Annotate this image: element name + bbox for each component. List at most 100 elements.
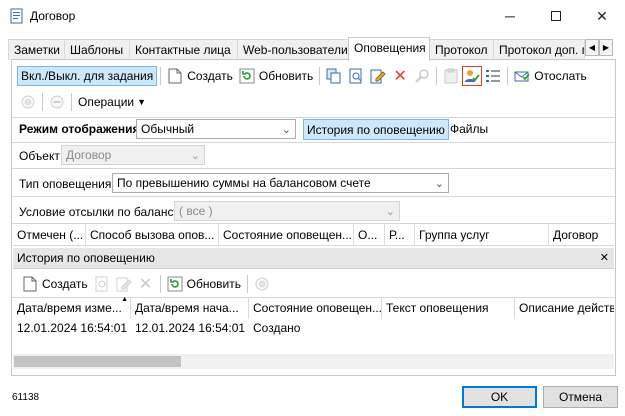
column-header-r[interactable]: Р... xyxy=(385,224,415,246)
minimize-button[interactable]: ─ xyxy=(487,0,533,32)
history-horizontal-scrollbar[interactable] xyxy=(13,354,614,369)
stop-button[interactable] xyxy=(46,92,68,112)
column-header-changed-at-label: Дата/время изме... xyxy=(17,301,122,315)
table-row[interactable]: 12.01.2024 16:54:01 12.01.2024 16:54:01 … xyxy=(13,317,614,337)
balance-condition-select[interactable]: ( все ) ⌄ xyxy=(174,201,400,221)
history-panel-header: История по оповещению ✕ xyxy=(13,248,614,269)
mode-value: Обычный xyxy=(141,122,195,136)
cell-changed-at: 12.01.2024 16:54:01 xyxy=(17,321,128,335)
history-toolbar: Создать ✕ Обновить xyxy=(19,273,273,295)
object-value: Договор xyxy=(66,148,112,162)
divider xyxy=(12,196,615,197)
object-label: Объект: xyxy=(19,149,64,163)
mode-select[interactable]: Обычный ⌄ xyxy=(136,119,296,139)
users-check-icon xyxy=(464,68,480,84)
column-header-description[interactable]: Описание действи xyxy=(515,297,614,319)
target-button[interactable] xyxy=(17,92,39,112)
tab-contacts[interactable]: Контактные лица xyxy=(129,39,238,60)
column-header-state[interactable]: Состояние оповещен... xyxy=(249,297,382,319)
history-refresh-button[interactable]: Обновить xyxy=(164,274,244,294)
refresh-icon xyxy=(239,68,255,84)
tab-protocol-extra[interactable]: Протокол доп. п xyxy=(493,39,585,60)
balance-condition-value: ( все ) xyxy=(179,204,213,218)
copy-button[interactable] xyxy=(323,66,345,86)
column-header-notification-state[interactable]: Состояние оповещен... xyxy=(219,224,354,246)
copy-icon xyxy=(326,68,342,84)
column-header-marked[interactable]: Отмечен (... xyxy=(13,224,86,246)
toolbar-separator xyxy=(436,67,438,85)
app-icon xyxy=(9,8,25,24)
operations-label: Операции xyxy=(78,95,135,109)
preview-button[interactable] xyxy=(345,66,367,86)
history-grid-header: Дата/время изме... ▲ Дата/время нача... … xyxy=(13,297,614,319)
cell-text xyxy=(382,317,515,337)
status-code: 61138 xyxy=(12,392,40,403)
column-header-started-at[interactable]: Дата/время нача... xyxy=(131,297,249,319)
clipboard-icon xyxy=(443,68,459,84)
toolbar-separator xyxy=(160,67,162,85)
divider xyxy=(12,117,615,118)
history-tab-label: История по оповещению xyxy=(307,122,445,137)
notification-type-label: Тип оповещения: xyxy=(19,177,115,191)
list-icon xyxy=(485,68,501,84)
target-icon xyxy=(20,94,36,110)
list-button[interactable] xyxy=(482,66,504,86)
history-target-button[interactable] xyxy=(251,274,273,294)
title-bar: Договор ─ ✕ xyxy=(0,0,625,32)
column-header-o[interactable]: О... xyxy=(354,224,385,246)
column-header-text[interactable]: Текст оповещения xyxy=(382,297,515,319)
find-button[interactable] xyxy=(411,66,433,86)
tab-web-users[interactable]: Web-пользователи xyxy=(237,39,349,60)
cancel-button[interactable]: Отмена xyxy=(543,386,618,408)
send-button[interactable]: Отослать xyxy=(511,66,590,86)
scrollbar-thumb[interactable] xyxy=(14,356,181,367)
toolbar-separator xyxy=(159,275,161,293)
files-tab-button[interactable]: Файлы xyxy=(450,122,488,136)
delete-button[interactable]: ✕ xyxy=(389,66,411,86)
column-header-call-method[interactable]: Способ вызова опов... xyxy=(86,224,219,246)
history-create-button[interactable]: Создать xyxy=(19,274,91,294)
history-edit-button[interactable] xyxy=(113,274,135,294)
tab-protocol[interactable]: Протокол xyxy=(429,39,494,60)
edit-icon xyxy=(116,276,132,292)
tab-notifications[interactable]: Оповещения xyxy=(348,37,430,61)
maximize-button[interactable] xyxy=(533,0,579,32)
column-header-contract[interactable]: Договор xyxy=(549,224,614,246)
history-refresh-label: Обновить xyxy=(186,277,241,291)
notification-type-select[interactable]: По превышению суммы на балансовом счете … xyxy=(112,173,449,193)
operations-menu-button[interactable]: Операции ▼ xyxy=(75,92,149,112)
tab-scroll-left-button[interactable]: ◀ xyxy=(585,39,599,56)
cell-description xyxy=(515,317,614,337)
edit-button[interactable] xyxy=(367,66,389,86)
ok-button[interactable]: OK xyxy=(462,386,537,408)
create-button[interactable]: Создать xyxy=(164,66,236,86)
cell-state: Создано xyxy=(253,321,301,335)
tab-templates[interactable]: Шаблоны xyxy=(64,39,130,60)
delete-icon: ✕ xyxy=(138,276,153,293)
target-icon xyxy=(254,276,270,292)
notification-type-value: По превышению суммы на балансовом счете xyxy=(117,176,371,190)
column-header-changed-at[interactable]: Дата/время изме... ▲ xyxy=(13,297,131,319)
refresh-button[interactable]: Обновить xyxy=(236,66,316,86)
tab-scroll-right-button[interactable]: ▶ xyxy=(599,39,613,56)
maximize-icon xyxy=(551,11,561,21)
close-button[interactable]: ✕ xyxy=(579,0,625,32)
object-select[interactable]: Договор ⌄ xyxy=(61,145,205,165)
paste-button[interactable] xyxy=(440,66,462,86)
window-title: Договор xyxy=(30,9,76,23)
chevron-down-icon: ⌄ xyxy=(434,178,444,190)
divider xyxy=(12,142,615,143)
close-panel-icon[interactable]: ✕ xyxy=(600,251,609,264)
tab-strip: Заметки Шаблоны Контактные лица Web-поль… xyxy=(8,37,616,61)
toolbar-separator xyxy=(42,93,43,111)
tab-notes[interactable]: Заметки xyxy=(8,39,65,60)
toggle-task-button[interactable]: Вкл./Выкл. для задания xyxy=(17,66,158,86)
create-label: Создать xyxy=(187,69,233,83)
history-tab-button[interactable]: История по оповещению xyxy=(303,119,449,140)
history-delete-button[interactable]: ✕ xyxy=(135,274,157,294)
column-header-service-group[interactable]: Группа услуг xyxy=(415,224,549,246)
chevron-left-icon: ◀ xyxy=(588,43,596,52)
history-preview-button[interactable] xyxy=(91,274,113,294)
delete-icon: ✕ xyxy=(393,68,407,85)
assign-users-button[interactable] xyxy=(462,66,483,86)
